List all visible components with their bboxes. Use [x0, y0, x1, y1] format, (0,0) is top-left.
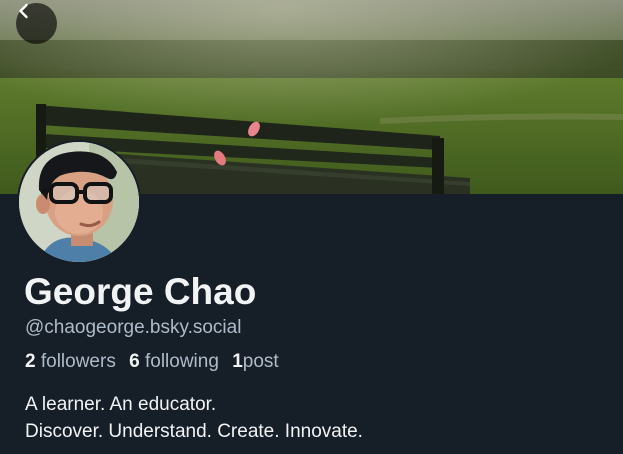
profile-page: George Chao @chaogeorge.bsky.social 2 fo…: [0, 0, 623, 454]
following-label: following: [144, 351, 219, 372]
following-count: 6: [129, 351, 140, 372]
chevron-left-icon: [19, 3, 28, 19]
display-name: George Chao: [24, 271, 257, 312]
followers-count: 2: [25, 351, 36, 372]
followers-link[interactable]: 2 followers: [25, 351, 116, 372]
avatar-illustration: [19, 142, 139, 262]
bio-line: A learner. An educator.: [25, 394, 217, 415]
followers-label: followers: [40, 351, 116, 372]
posts-label: post: [242, 351, 279, 372]
following-link[interactable]: 6 following: [129, 351, 219, 372]
profile-stats: 2 followers 6 following 1post: [25, 350, 287, 374]
posts-count: 1: [232, 351, 243, 372]
back-button[interactable]: [16, 3, 57, 44]
bio-line: Discover. Understand. Create. Innovate.: [25, 421, 363, 442]
profile-handle: @chaogeorge.bsky.social: [25, 317, 242, 338]
avatar[interactable]: [17, 140, 141, 264]
profile-bio: A learner. An educator. Discover. Unders…: [25, 391, 363, 445]
posts-stat: 1post: [232, 351, 279, 372]
